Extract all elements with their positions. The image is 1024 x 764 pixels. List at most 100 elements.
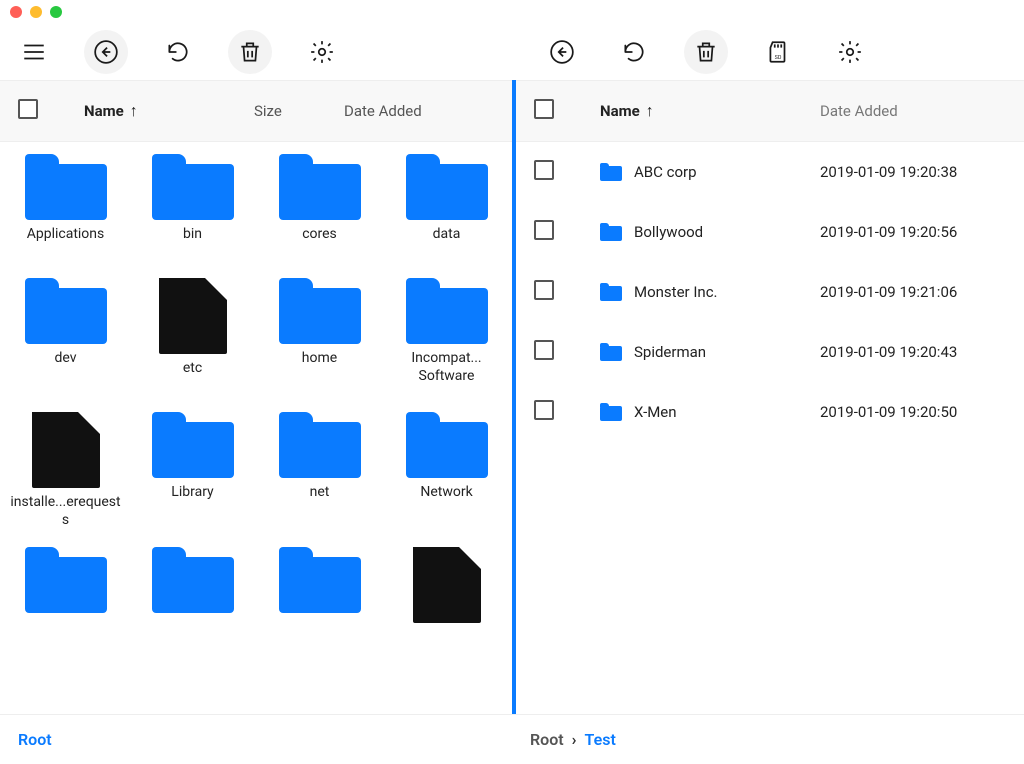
folder-icon	[279, 278, 361, 344]
grid-item[interactable]: home	[260, 278, 379, 394]
left-toolbar	[0, 24, 512, 80]
grid-item[interactable]: net	[260, 412, 379, 529]
right-list[interactable]: ABC corp 2019-01-09 19:20:38 Bollywood2019…	[516, 142, 1024, 714]
grid-item[interactable]: bin	[133, 154, 252, 260]
grid-item[interactable]: Library	[133, 412, 252, 529]
column-header-name[interactable]: Name ↑	[84, 101, 254, 121]
grid-item-label	[387, 629, 506, 663]
grid-item[interactable]: dev	[6, 278, 125, 394]
grid-item[interactable]	[387, 547, 506, 663]
folder-icon	[600, 223, 622, 241]
folder-icon	[406, 154, 488, 220]
list-item-date: 2019-01-09 19:20:56	[820, 223, 957, 241]
toolbar-row: SD	[0, 24, 1024, 80]
column-header-date[interactable]: Date Added	[344, 102, 422, 120]
left-breadcrumb: Root	[0, 715, 512, 764]
breadcrumb-bar: Root Root›Test	[0, 714, 1024, 764]
list-item[interactable]: ABC corp 2019-01-09 19:20:38	[516, 142, 1024, 202]
grid-item-label: etc	[133, 360, 252, 394]
grid-item-label	[6, 619, 125, 653]
folder-icon	[152, 412, 234, 478]
folder-icon	[152, 547, 234, 613]
close-window-icon[interactable]	[10, 6, 22, 18]
column-name-label: Name	[84, 102, 124, 120]
breadcrumb-segment[interactable]: Test	[585, 730, 616, 749]
folder-icon	[25, 547, 107, 613]
breadcrumb-segment[interactable]: Root	[530, 730, 564, 749]
select-all-checkbox[interactable]	[18, 99, 38, 119]
list-item[interactable]: Bollywood2019-01-09 19:20:56	[516, 202, 1024, 262]
refresh-button[interactable]	[156, 30, 200, 74]
grid-item-label: dev	[6, 350, 125, 384]
sort-asc-icon: ↑	[646, 101, 654, 121]
list-item[interactable]: X-Men 2019-01-09 19:20:50	[516, 382, 1024, 442]
grid-item[interactable]	[260, 547, 379, 663]
grid-item[interactable]: cores	[260, 154, 379, 260]
item-checkbox[interactable]	[534, 280, 554, 300]
column-header-name-right[interactable]: Name ↑	[600, 101, 820, 121]
arrow-left-circle-icon	[549, 39, 575, 65]
select-all-checkbox-right[interactable]	[534, 99, 554, 119]
grid-item[interactable]	[133, 547, 252, 663]
grid-item[interactable]	[6, 547, 125, 663]
hamburger-icon	[21, 39, 47, 65]
folder-icon	[152, 154, 234, 220]
file-icon	[159, 278, 227, 354]
column-name-label: Name	[600, 102, 640, 120]
maximize-window-icon[interactable]	[50, 6, 62, 18]
column-header-date-right[interactable]: Date Added	[820, 102, 898, 120]
list-item-name: X-Men	[634, 403, 677, 421]
file-icon	[413, 547, 481, 623]
settings-button-right[interactable]	[828, 30, 872, 74]
window-titlebar	[0, 0, 1024, 24]
list-item[interactable]: Spiderman 2019-01-09 19:20:43	[516, 322, 1024, 382]
grid-item-label: Library	[133, 484, 252, 518]
back-button[interactable]	[84, 30, 128, 74]
grid-item[interactable]: Applications	[6, 154, 125, 260]
grid-item[interactable]: installe...erequests	[6, 412, 125, 529]
delete-button-right[interactable]	[684, 30, 728, 74]
arrow-left-circle-icon	[93, 39, 119, 65]
grid-item[interactable]: data	[387, 154, 506, 260]
sdcard-button[interactable]: SD	[756, 30, 800, 74]
left-grid[interactable]: Applicationsbincoresdata devetchomeIncomp…	[0, 142, 512, 714]
menu-button[interactable]	[12, 30, 56, 74]
item-checkbox[interactable]	[534, 160, 554, 180]
grid-item-label: net	[260, 484, 379, 518]
back-button-right[interactable]	[540, 30, 584, 74]
refresh-button-right[interactable]	[612, 30, 656, 74]
folder-icon	[600, 283, 622, 301]
folder-icon	[600, 403, 622, 421]
refresh-icon	[165, 39, 191, 65]
list-item[interactable]: Monster Inc.2019-01-09 19:21:06	[516, 262, 1024, 322]
item-checkbox[interactable]	[534, 220, 554, 240]
item-checkbox[interactable]	[534, 340, 554, 360]
delete-button[interactable]	[228, 30, 272, 74]
svg-text:SD: SD	[775, 55, 782, 61]
column-header-size[interactable]: Size	[254, 102, 344, 120]
grid-item-label: Incompat... Software	[387, 350, 506, 385]
list-item-date: 2019-01-09 19:20:38	[820, 163, 957, 181]
right-pane: Name ↑ Date Added ABC corp 2019-01-09 19:…	[512, 80, 1024, 714]
folder-icon	[600, 343, 622, 361]
right-column-header: Name ↑ Date Added	[516, 80, 1024, 142]
grid-item-label	[133, 619, 252, 653]
folder-icon	[279, 412, 361, 478]
list-item-name: Spiderman	[634, 343, 706, 361]
sort-asc-icon: ↑	[130, 101, 138, 121]
list-item-name: Monster Inc.	[634, 283, 718, 301]
grid-item[interactable]: etc	[133, 278, 252, 394]
trash-icon	[693, 39, 719, 65]
list-item-date: 2019-01-09 19:20:43	[820, 343, 957, 361]
grid-item[interactable]: Network	[387, 412, 506, 529]
folder-icon	[406, 278, 488, 344]
grid-item-label: installe...erequests	[6, 494, 125, 529]
minimize-window-icon[interactable]	[30, 6, 42, 18]
breadcrumb-segment[interactable]: Root	[18, 730, 52, 749]
item-checkbox[interactable]	[534, 400, 554, 420]
list-item-name: ABC corp	[634, 163, 697, 181]
left-column-header: Name ↑ Size Date Added	[0, 80, 512, 142]
list-item-date: 2019-01-09 19:20:50	[820, 403, 957, 421]
grid-item[interactable]: Incompat... Software	[387, 278, 506, 394]
settings-button[interactable]	[300, 30, 344, 74]
